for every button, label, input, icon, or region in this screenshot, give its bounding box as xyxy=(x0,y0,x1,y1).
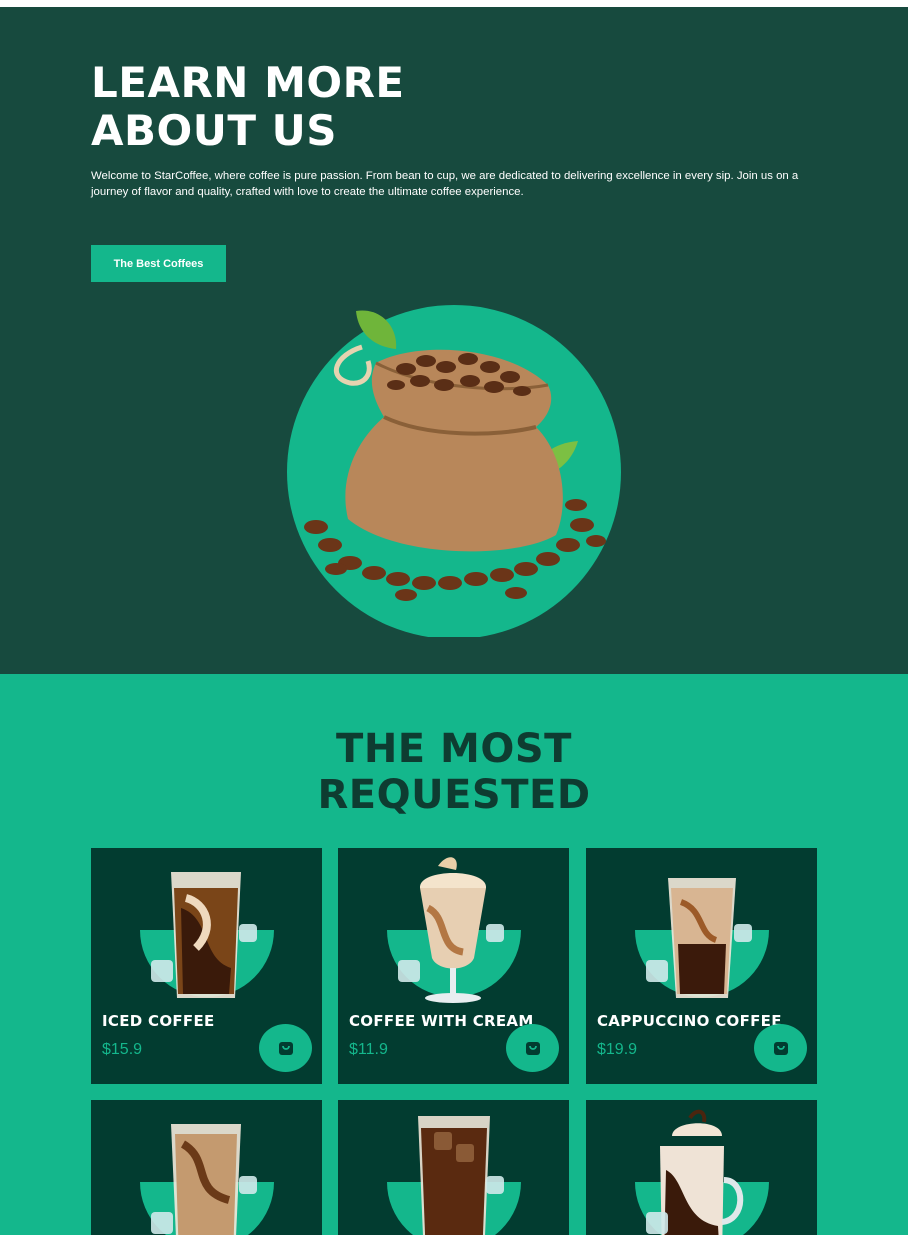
best-coffees-button[interactable]: The Best Coffees xyxy=(91,245,226,282)
about-section: LEARN MORE ABOUT US Welcome to StarCoffe… xyxy=(0,7,908,674)
product-card[interactable] xyxy=(338,1100,569,1235)
most-requested-title: THE MOST REQUESTED xyxy=(0,726,908,818)
coffee-sack-image xyxy=(287,305,621,637)
product-card-iced-coffee[interactable]: ICED COFFEE $15.9 xyxy=(91,848,322,1084)
product-name: COFFEE WITH CREAM xyxy=(349,1012,534,1030)
product-card[interactable] xyxy=(586,1100,817,1235)
add-to-cart-button[interactable] xyxy=(506,1024,559,1072)
about-title: LEARN MORE ABOUT US xyxy=(91,59,511,155)
product-price: $19.9 xyxy=(597,1041,638,1058)
requested-title-line2: REQUESTED xyxy=(317,772,591,818)
product-card-coffee-with-cream[interactable]: COFFEE WITH CREAM $11.9 xyxy=(338,848,569,1084)
cart-icon xyxy=(773,1042,788,1055)
add-to-cart-button[interactable] xyxy=(259,1024,312,1072)
product-card-cappuccino-coffee[interactable]: CAPPUCCINO COFFEE $19.9 xyxy=(586,848,817,1084)
product-card[interactable] xyxy=(91,1100,322,1235)
requested-title-line1: THE MOST xyxy=(336,726,572,772)
product-price: $11.9 xyxy=(349,1041,388,1058)
latte-glass-image xyxy=(140,1124,274,1235)
about-description: Welcome to StarCoffee, where coffee is p… xyxy=(91,170,799,198)
cappuccino-coffee-image xyxy=(635,878,769,998)
product-name: CAPPUCCINO COFFEE xyxy=(597,1012,782,1030)
mocha-mug-image xyxy=(635,1109,769,1235)
most-requested-section: THE MOST REQUESTED ICED COFFEE $15.9 COF… xyxy=(0,674,908,1235)
iced-coffee-image xyxy=(140,872,274,998)
product-name: ICED COFFEE xyxy=(102,1012,215,1030)
about-title-line1: LEARN MORE xyxy=(91,58,405,107)
cart-icon xyxy=(525,1042,540,1055)
about-title-line2: ABOUT US xyxy=(91,106,337,155)
add-to-cart-button[interactable] xyxy=(754,1024,807,1072)
coffee-with-cream-image xyxy=(387,857,521,1003)
product-price: $15.9 xyxy=(102,1041,143,1058)
iced-americano-image xyxy=(387,1116,521,1235)
cart-icon xyxy=(278,1042,293,1055)
